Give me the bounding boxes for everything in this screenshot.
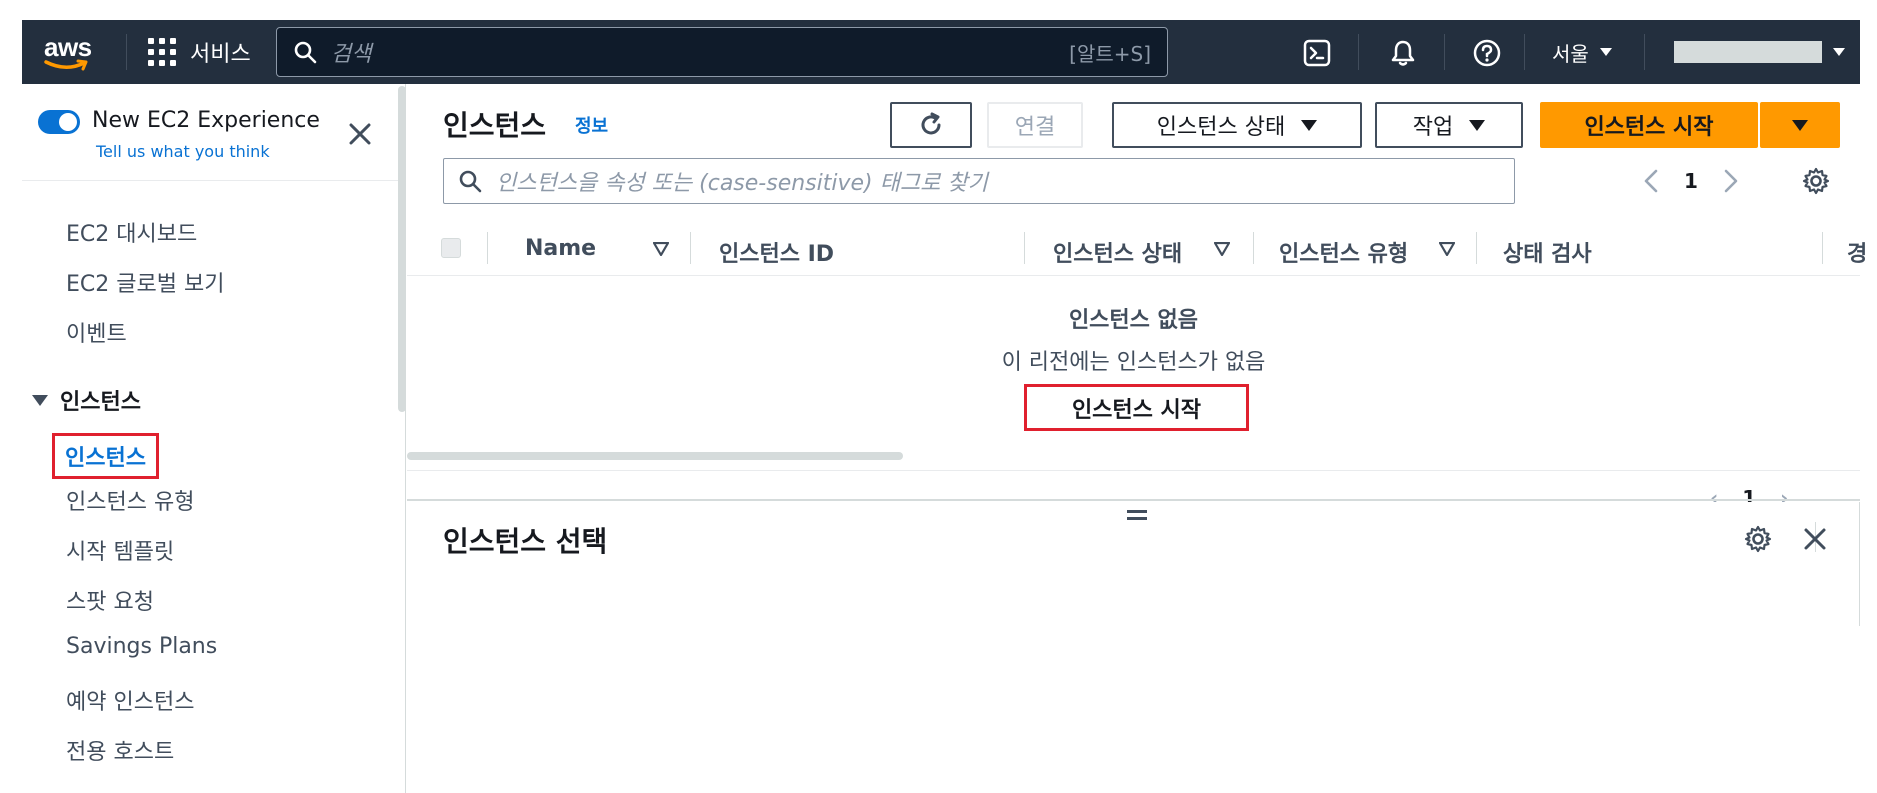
sidebar-item-reserved-instances[interactable]: 예약 인스턴스 — [66, 684, 194, 716]
section-label: 인스턴스 — [60, 390, 141, 415]
instance-state-dropdown[interactable]: 인스턴스 상태 — [1112, 102, 1362, 148]
global-search-input[interactable]: 검색 [알트+S] — [276, 27, 1168, 77]
empty-state-title: 인스턴스 없음 — [1068, 308, 1199, 333]
column-header-instance-state[interactable]: 인스턴스 상태 — [1053, 236, 1182, 268]
empty-launch-label: 인스턴스 시작 — [1071, 397, 1202, 423]
side-navigation: New EC2 Experience Tell us what you thin… — [22, 84, 406, 793]
column-divider — [690, 232, 691, 264]
apps-grid-icon — [148, 38, 176, 66]
sidebar-item-label: 인스턴스 — [65, 446, 146, 471]
topbar-divider — [1644, 34, 1645, 70]
sidebar-item-dedicated-hosts[interactable]: 전용 호스트 — [66, 734, 174, 766]
instance-state-label: 인스턴스 상태 — [1156, 115, 1286, 140]
sort-icon[interactable] — [1439, 242, 1455, 256]
account-name-redacted — [1674, 41, 1822, 63]
column-header-status-check[interactable]: 상태 검사 — [1503, 236, 1592, 268]
column-divider — [1476, 232, 1477, 264]
sidebar-item-spot-requests[interactable]: 스팟 요청 — [66, 584, 154, 616]
sort-icon[interactable] — [1214, 242, 1230, 256]
column-divider — [1253, 232, 1254, 264]
help-icon[interactable] — [1472, 38, 1502, 68]
close-icon[interactable] — [1801, 525, 1829, 553]
split-panel-drag-handle[interactable] — [1127, 510, 1147, 522]
actions-label: 작업 — [1412, 115, 1454, 140]
search-shortcut-hint: [알트+S] — [1069, 41, 1151, 66]
caret-down-icon — [32, 394, 48, 406]
search-icon — [294, 41, 317, 64]
feedback-link[interactable]: Tell us what you think — [96, 142, 270, 161]
instance-filter-input[interactable]: 인스턴스을 속성 또는 (case-sensitive) 태그로 찾기 — [443, 158, 1515, 204]
search-icon — [459, 170, 482, 193]
cloudshell-icon[interactable] — [1302, 38, 1332, 68]
aws-smile-icon — [44, 59, 88, 71]
column-header-instance-id[interactable]: 인스턴스 ID — [719, 236, 834, 268]
sidebar-item-instances-active[interactable]: 인스턴스 — [52, 433, 159, 479]
split-panel-border — [407, 499, 1860, 501]
page-title: 인스턴스 — [443, 109, 547, 142]
caret-down-icon — [1599, 48, 1612, 56]
services-label: 서비스 — [190, 42, 251, 67]
chevron-right-icon[interactable] — [1724, 169, 1738, 193]
chevron-left-icon[interactable] — [1644, 169, 1658, 193]
gear-icon[interactable] — [1801, 166, 1831, 196]
caret-down-icon — [1469, 119, 1486, 131]
experience-title: New EC2 Experience — [92, 108, 320, 133]
column-divider — [1822, 232, 1823, 264]
sidebar-item-launch-templates[interactable]: 시작 템플릿 — [66, 534, 174, 566]
aws-logo[interactable]: aws — [42, 30, 98, 74]
actions-dropdown[interactable]: 작업 — [1375, 102, 1523, 148]
empty-state-subtitle: 이 리전에는 인스턴스가 없음 — [1001, 350, 1266, 375]
split-panel-title: 인스턴스 선택 — [443, 525, 608, 558]
pagination: 1 — [1644, 166, 1738, 196]
topbar-divider — [126, 34, 127, 70]
table-bottom-border — [407, 470, 1860, 471]
column-header-alarm-status[interactable]: 경 — [1847, 236, 1867, 268]
connect-button[interactable]: 연결 — [987, 102, 1083, 148]
column-header-name[interactable]: Name — [525, 236, 596, 261]
topbar-divider — [1524, 34, 1525, 70]
launch-label: 인스턴스 시작 — [1584, 115, 1714, 140]
empty-launch-instances-button[interactable]: 인스턴스 시작 — [1024, 384, 1249, 431]
instances-table-header: Name 인스턴스 ID 인스턴스 상태 인스턴스 유형 상태 검사 경 — [407, 220, 1867, 276]
sidebar-item-instance-types[interactable]: 인스턴스 유형 — [66, 484, 194, 516]
top-navigation-bar: aws 서비스 검색 [알트+S] 서울 — [22, 20, 1860, 84]
main-content: 인스턴스 정보 연결 인스턴스 상태 작업 인스턴스 시작 인스턴스을 속성 또… — [407, 84, 1867, 793]
topbar-divider — [1358, 34, 1359, 70]
sidebar-divider — [22, 180, 406, 181]
launch-options-dropdown[interactable] — [1760, 102, 1840, 148]
sort-icon[interactable] — [653, 242, 669, 256]
column-divider — [487, 232, 488, 264]
sidebar-item-events[interactable]: 이벤트 — [66, 316, 127, 348]
account-menu[interactable] — [1674, 34, 1846, 70]
info-link[interactable]: 정보 — [575, 112, 608, 138]
launch-instances-button[interactable]: 인스턴스 시작 — [1540, 102, 1758, 148]
sidebar-item-global-view[interactable]: EC2 글로벌 보기 — [66, 266, 224, 298]
caret-down-icon — [1792, 119, 1808, 131]
select-all-checkbox[interactable] — [441, 238, 461, 258]
sidebar-scrollbar[interactable] — [398, 86, 406, 412]
column-divider — [1024, 232, 1025, 264]
search-placeholder: 검색 — [331, 42, 372, 67]
refresh-button[interactable] — [890, 102, 972, 148]
caret-down-icon — [1301, 119, 1318, 131]
sidebar-item-savings-plans[interactable]: Savings Plans — [66, 634, 217, 659]
services-menu-button[interactable]: 서비스 — [148, 34, 251, 70]
region-label: 서울 — [1552, 41, 1589, 66]
table-horizontal-scrollbar[interactable] — [407, 452, 903, 460]
topbar-divider — [1444, 34, 1445, 70]
sidebar-section-instances[interactable]: 인스턴스 — [32, 384, 141, 416]
column-header-instance-type[interactable]: 인스턴스 유형 — [1279, 236, 1408, 268]
refresh-icon — [921, 112, 941, 135]
gear-icon[interactable] — [1743, 524, 1773, 554]
bell-icon[interactable] — [1388, 38, 1418, 68]
filter-placeholder: 인스턴스을 속성 또는 (case-sensitive) 태그로 찾기 — [496, 171, 988, 196]
close-sidebar-icon[interactable] — [346, 120, 374, 148]
new-experience-toggle[interactable] — [38, 110, 80, 134]
sidebar-item-ec2-dashboard[interactable]: EC2 대시보드 — [66, 216, 197, 248]
connect-label: 연결 — [1014, 115, 1056, 140]
page-number[interactable]: 1 — [1684, 169, 1698, 193]
caret-down-icon — [1833, 48, 1845, 56]
split-panel-right-border — [1859, 502, 1860, 626]
region-selector[interactable]: 서울 — [1552, 34, 1613, 70]
